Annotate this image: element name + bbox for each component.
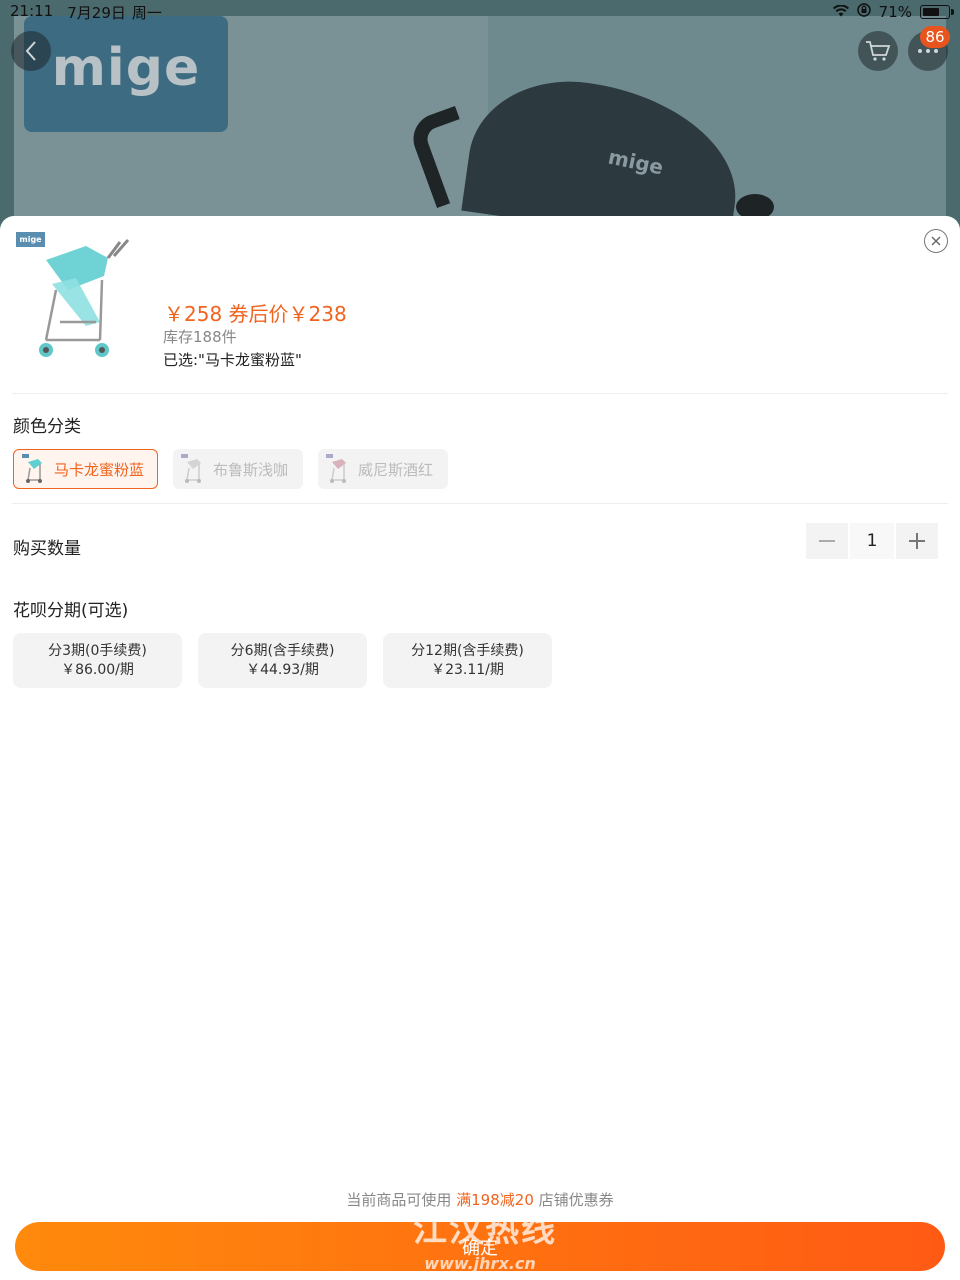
quantity-section-title: 购买数量 [13, 539, 81, 559]
sku-selection-sheet [0, 216, 960, 1280]
product-price: ￥258 券后价￥238 [164, 302, 347, 326]
confirm-button[interactable]: 确定 [15, 1222, 945, 1271]
coupon-note: 当前商品可使用 满198减20 店铺优惠券 [0, 1189, 960, 1210]
status-time: 21:11 [10, 1, 54, 20]
stock-count: 库存188件 [163, 328, 237, 346]
cart-button[interactable] [858, 31, 898, 71]
stroller-thumb-icon [181, 454, 205, 484]
color-option-blues-light-coffee[interactable]: 布鲁斯浅咖 [173, 449, 303, 489]
chevron-left-icon [25, 41, 36, 61]
installment-amount: ￥44.93/期 [246, 661, 319, 678]
stroller-thumb-icon [22, 454, 46, 484]
back-button[interactable] [11, 31, 51, 71]
installment-section-title: 花呗分期(可选) [13, 601, 129, 621]
installment-option-12[interactable]: 分12期(含手续费) ￥23.11/期 [383, 633, 552, 688]
cart-icon [866, 41, 891, 61]
close-button[interactable] [924, 229, 948, 253]
installment-amount: ￥23.11/期 [431, 661, 504, 678]
color-option-label: 布鲁斯浅咖 [213, 460, 289, 479]
wifi-icon [832, 3, 849, 21]
installment-option-3[interactable]: 分3期(0手续费) ￥86.00/期 [13, 633, 182, 688]
divider [12, 393, 948, 394]
coupon-highlight[interactable]: 满198减20 [456, 1191, 534, 1209]
coupon-suffix: 店铺优惠券 [533, 1191, 614, 1209]
status-weekday: 周一 [131, 3, 162, 22]
installment-option-6[interactable]: 分6期(含手续费) ￥44.93/期 [198, 633, 367, 688]
installment-amount: ￥86.00/期 [61, 661, 134, 678]
close-icon [931, 236, 941, 246]
notification-badge: 86 [920, 26, 950, 48]
brand-logo-text: mige [51, 38, 201, 98]
product-hero-background: mige mige [0, 0, 960, 230]
product-thumbnail[interactable]: mige [16, 230, 134, 370]
installment-terms: 分12期(含手续费) [411, 642, 524, 659]
decrement-button[interactable] [806, 523, 848, 559]
quantity-value[interactable]: 1 [850, 523, 894, 559]
minus-icon [819, 540, 835, 542]
color-option-label: 威尼斯酒红 [358, 460, 434, 479]
orientation-lock-icon [856, 3, 871, 21]
divider [12, 503, 948, 504]
brand-logo: mige [24, 16, 228, 132]
status-date: 7月29日 [67, 3, 126, 22]
battery-level [923, 8, 939, 16]
color-option-label: 马卡龙蜜粉蓝 [54, 460, 145, 479]
confirm-label: 确定 [462, 1237, 498, 1259]
stroller-image [39, 239, 130, 357]
installment-terms: 分6期(含手续费) [230, 642, 335, 659]
installment-terms: 分3期(0手续费) [48, 642, 147, 659]
selected-variant: 已选:"马卡龙蜜粉蓝" [163, 351, 302, 369]
color-option-venice-wine-red[interactable]: 威尼斯酒红 [318, 449, 448, 489]
color-section-title: 颜色分类 [13, 417, 81, 437]
battery-percent: 71% [878, 3, 912, 21]
color-option-macaron-blue[interactable]: 马卡龙蜜粉蓝 [13, 449, 158, 489]
status-bar: 21:11 7月29日 周一 71% [0, 0, 960, 24]
quantity-stepper: 1 [806, 523, 938, 559]
battery-icon [920, 5, 954, 19]
more-dots-icon [918, 49, 938, 53]
increment-button[interactable] [896, 523, 938, 559]
coupon-prefix: 当前商品可使用 [346, 1191, 457, 1209]
stroller-thumb-icon [326, 454, 350, 484]
plus-icon [909, 533, 925, 549]
